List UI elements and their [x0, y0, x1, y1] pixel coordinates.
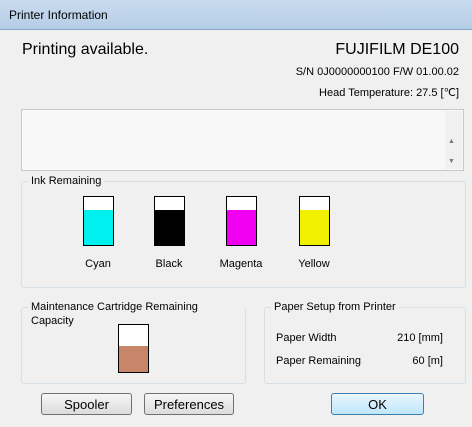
paper-remaining-value: 60 [m] — [412, 355, 443, 367]
scroll-up-icon[interactable]: ▲ — [448, 138, 455, 145]
head-temperature: Head Temperature: 27.5 [℃] — [319, 87, 459, 99]
ink-tank-black — [154, 196, 185, 246]
ink-fill-yellow — [300, 210, 329, 245]
preferences-button[interactable]: Preferences — [144, 393, 234, 415]
ink-label-black: Black — [155, 258, 183, 270]
paper-width-value: 210 [mm] — [397, 332, 443, 344]
ink-tank-yellow — [299, 196, 330, 246]
ink-remaining-legend: Ink Remaining — [28, 174, 105, 188]
paper-setup-group: Paper Setup from Printer Paper Width 210… — [264, 300, 466, 384]
title-bar: Printer Information — [0, 0, 472, 30]
maintenance-group: Maintenance Cartridge Remaining Capacity — [21, 300, 246, 384]
maintenance-fill — [119, 346, 148, 372]
ink-label-magenta: Magenta — [219, 258, 263, 270]
ink-tank-magenta — [226, 196, 257, 246]
spooler-button[interactable]: Spooler — [41, 393, 132, 415]
message-box[interactable]: ▲ ▼ — [21, 109, 464, 171]
paper-setup-legend: Paper Setup from Printer — [271, 300, 399, 314]
ink-remaining-group: Ink Remaining Cyan Black Magenta Yellow — [21, 174, 466, 288]
scroll-down-icon[interactable]: ▼ — [448, 158, 455, 165]
ok-button[interactable]: OK — [331, 393, 424, 415]
serial-firmware: S/N 0J0000000100 F/W 01.00.02 — [295, 66, 459, 78]
ink-fill-black — [155, 210, 184, 245]
paper-remaining-label: Paper Remaining — [276, 355, 361, 367]
status-text: Printing available. — [22, 41, 149, 58]
paper-width-label: Paper Width — [276, 332, 337, 344]
ink-tank-cyan — [83, 196, 114, 246]
ink-label-cyan: Cyan — [85, 258, 111, 270]
ink-fill-cyan — [84, 210, 113, 245]
ink-fill-magenta — [227, 210, 256, 245]
printer-model: FUJIFILM DE100 — [335, 41, 459, 58]
message-scrollbar[interactable]: ▲ ▼ — [445, 111, 462, 169]
window-title: Printer Information — [9, 8, 108, 22]
maintenance-cartridge — [118, 324, 149, 373]
ink-label-yellow: Yellow — [298, 258, 330, 270]
